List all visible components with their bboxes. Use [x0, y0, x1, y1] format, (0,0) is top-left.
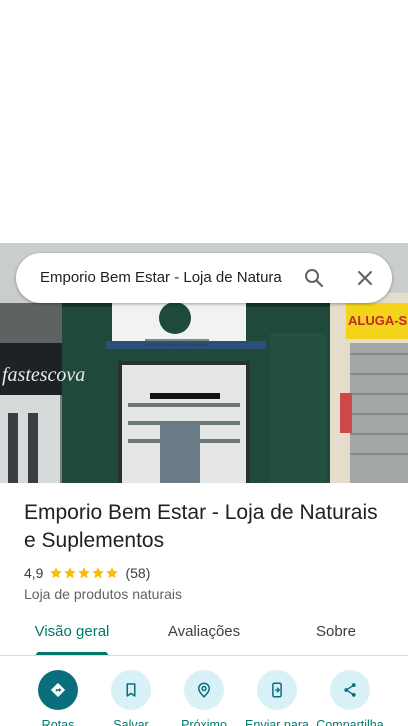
search-bar[interactable]: Emporio Bem Estar - Loja de Natura — [16, 253, 392, 303]
nearby-button[interactable]: Próximo — [167, 670, 241, 726]
search-icon[interactable] — [302, 266, 326, 290]
send-to-phone-label: Enviar para — [245, 718, 309, 726]
rating-row[interactable]: 4,9 (58) — [24, 564, 394, 582]
right-sign-text: ALUGA-SE — [348, 313, 408, 328]
active-tab-indicator — [36, 652, 108, 655]
search-input[interactable]: Emporio Bem Estar - Loja de Natura — [40, 268, 290, 288]
nearby-icon — [184, 670, 224, 710]
tab-reviews[interactable]: Avaliações — [154, 612, 254, 656]
save-button[interactable]: Salvar — [94, 670, 168, 726]
directions-label: Rotas — [41, 718, 75, 726]
save-label: Salvar — [113, 718, 149, 726]
star-icon — [92, 567, 105, 579]
share-button[interactable]: Compartilha — [313, 670, 387, 726]
close-icon[interactable] — [353, 266, 377, 290]
share-icon — [330, 670, 370, 710]
tab-overview[interactable]: Visão geral — [22, 612, 122, 656]
tab-about[interactable]: Sobre — [286, 612, 386, 656]
directions-button[interactable]: Rotas — [21, 670, 95, 726]
star-icon — [78, 567, 91, 579]
rating-stars — [49, 566, 119, 580]
directions-icon — [38, 670, 78, 710]
rating-value: 4,9 — [24, 565, 44, 581]
place-tabs: Visão geral Avaliações Sobre — [0, 612, 408, 656]
nearby-label: Próximo — [181, 718, 227, 726]
shop-sign-text: Produtos Naturais e Suplementos — [148, 342, 208, 347]
place-category: Loja de produtos naturais — [24, 586, 182, 602]
place-title: Emporio Bem Estar - Loja de Naturais e S… — [24, 501, 378, 552]
place-details: Emporio Bem Estar - Loja de Naturais e S… — [24, 499, 394, 603]
send-to-phone-button[interactable]: Enviar para — [240, 670, 314, 726]
map-blank-area — [0, 0, 408, 243]
left-sign-text: fastescova — [2, 364, 85, 386]
star-icon — [106, 567, 119, 579]
star-icon — [50, 567, 63, 579]
share-label: Compartilha — [316, 718, 384, 726]
send-to-phone-icon — [257, 670, 297, 710]
action-bar: Rotas Salvar Próximo Enviar para Compart… — [0, 656, 408, 726]
bookmark-icon — [111, 670, 151, 710]
review-count[interactable]: (58) — [125, 565, 150, 581]
star-icon — [64, 567, 77, 579]
